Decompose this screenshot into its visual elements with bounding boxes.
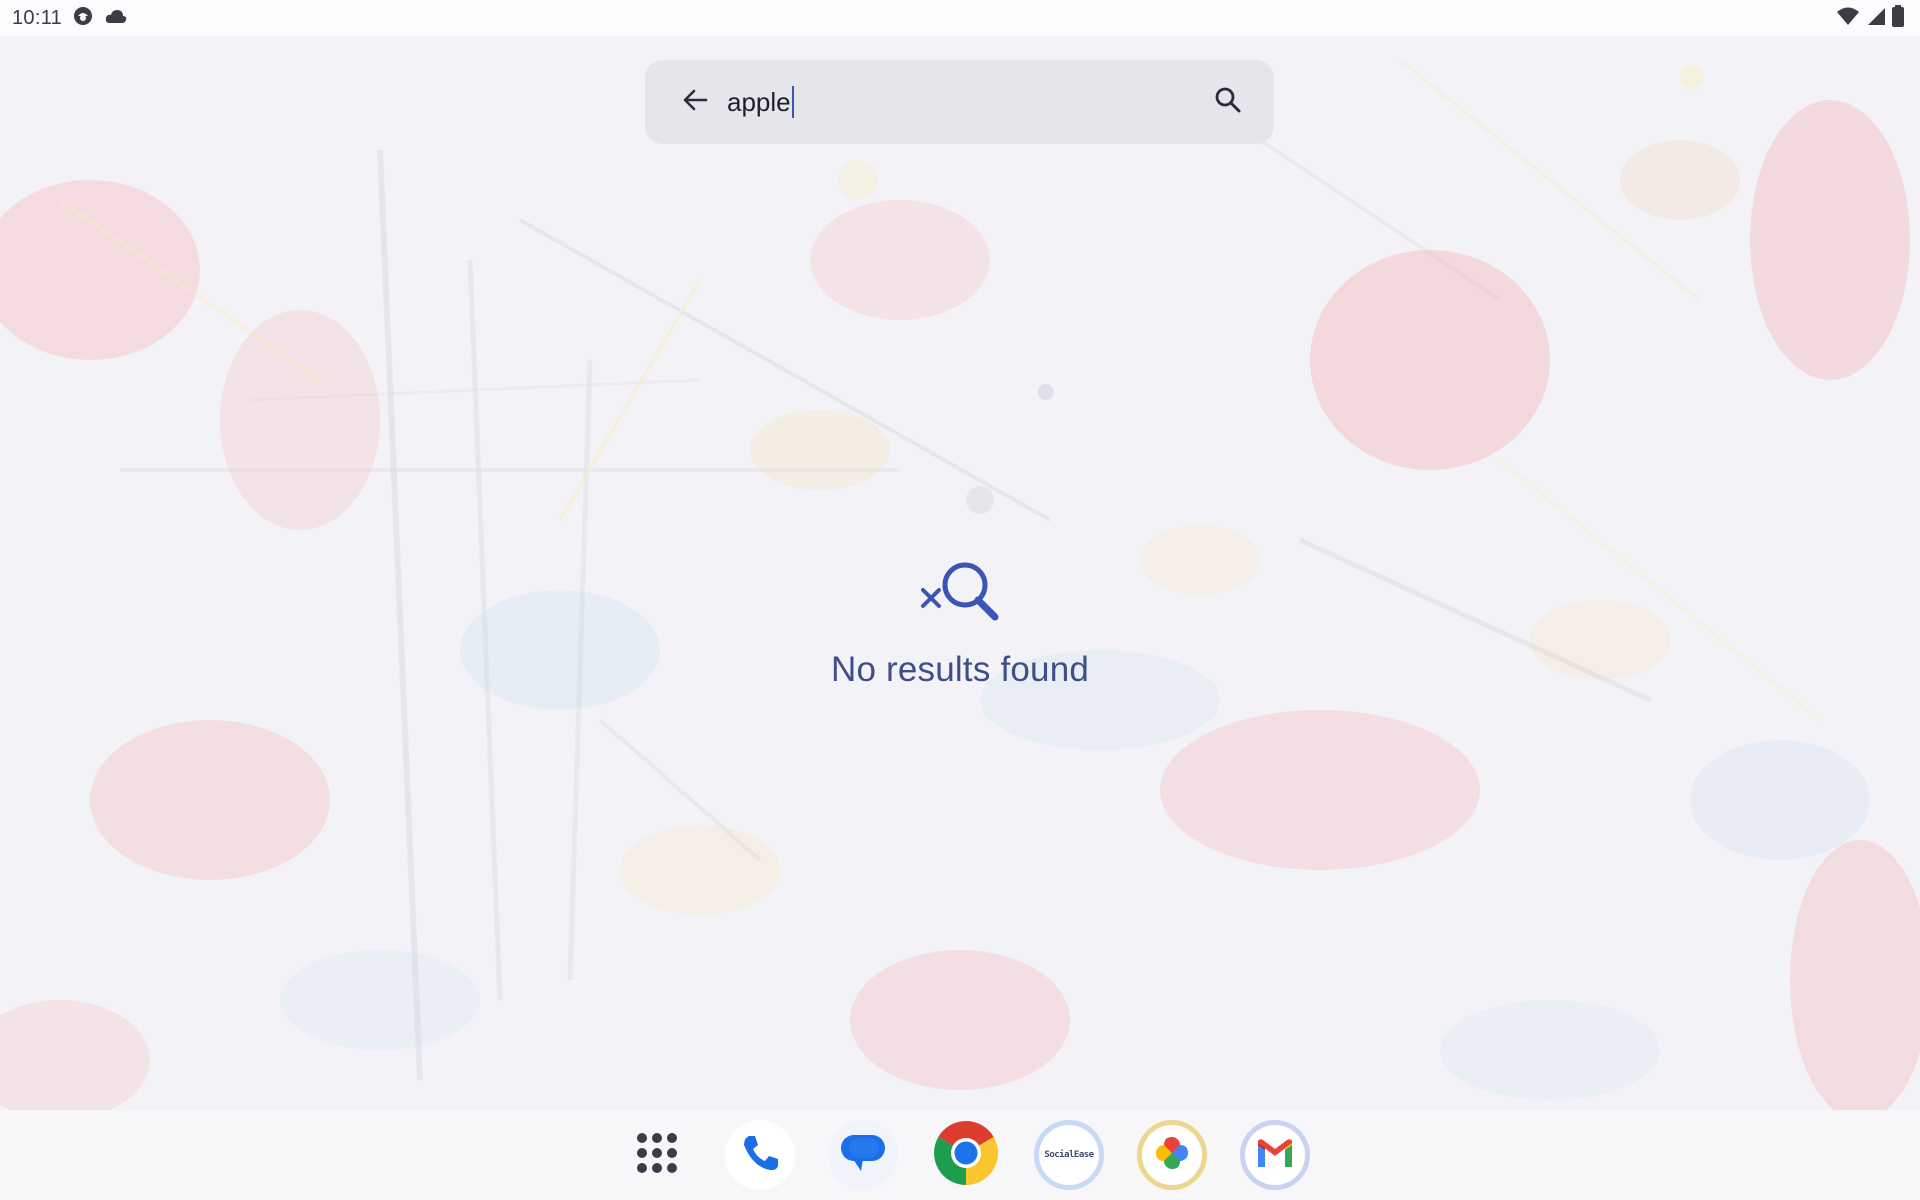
photos-app[interactable] [1137,1120,1207,1190]
gmail-icon [1255,1137,1295,1174]
search-input-value: apple [727,86,791,117]
search-input[interactable]: apple [727,78,1187,126]
phone-icon [740,1133,780,1178]
battery-icon [1892,4,1904,32]
arrow-back-icon [681,86,709,119]
search-button[interactable] [1198,72,1258,132]
socialease-label: SocialEase [1044,1150,1094,1160]
app-drawer-button[interactable] [622,1120,692,1190]
face-icon [72,5,94,32]
search-bar: apple [645,60,1274,144]
signal-icon [1866,6,1886,31]
phone-app[interactable] [725,1120,795,1190]
status-bar: 10:11 [0,0,1920,36]
wifi-icon [1836,6,1860,31]
dock: SocialEase [0,1110,1920,1200]
gmail-app[interactable] [1240,1120,1310,1190]
text-cursor [791,86,794,118]
no-results-message: No results found [830,650,1090,689]
photos-icon [1152,1133,1192,1178]
chrome-app[interactable] [931,1120,1001,1190]
dock-apps: SocialEase [622,1120,1310,1190]
search-icon [1213,85,1243,120]
chrome-icon [932,1119,1000,1192]
messages-app[interactable] [828,1120,898,1190]
back-button[interactable] [665,72,725,132]
messages-icon [839,1131,887,1180]
socialease-app[interactable]: SocialEase [1034,1120,1104,1190]
search-off-icon [915,555,1005,635]
status-time: 10:11 [12,6,63,29]
empty-state: No results found [760,555,1160,690]
cloud-icon [104,7,128,30]
grid-dots-icon [636,1132,678,1179]
